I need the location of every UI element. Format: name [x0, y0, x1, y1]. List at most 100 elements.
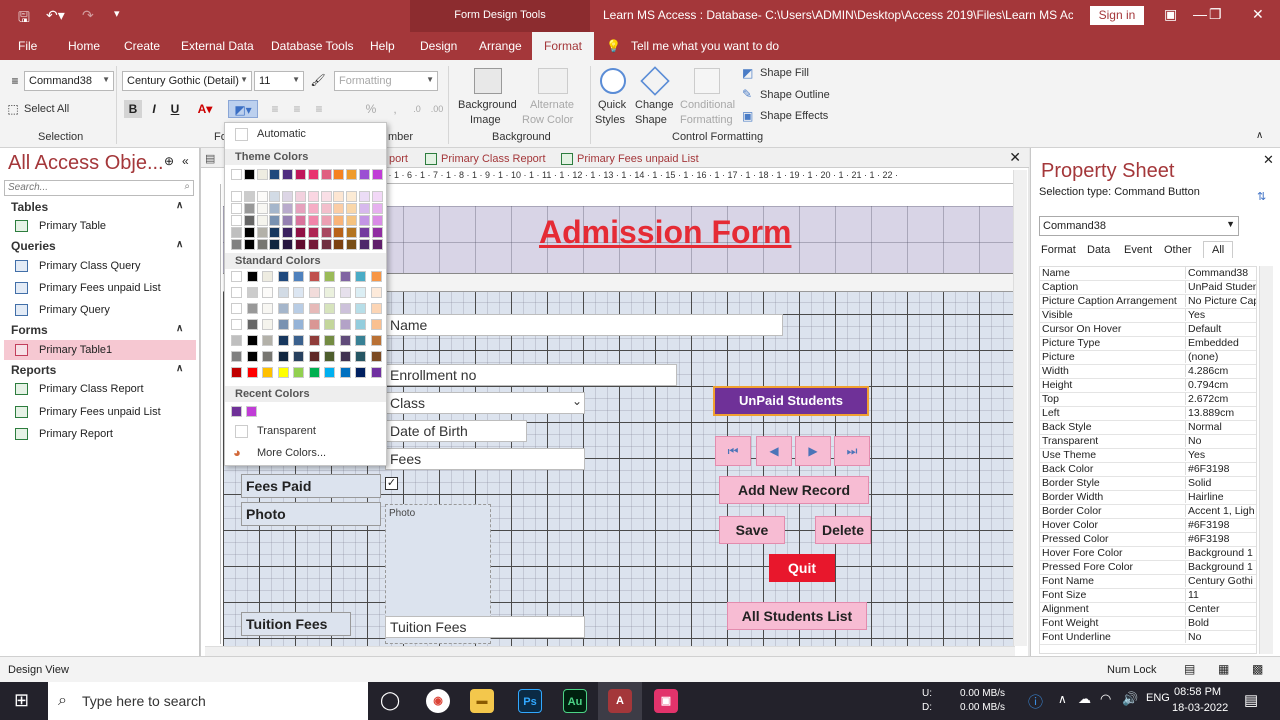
nav-item-primary-class-report[interactable]: Primary Class Report: [4, 379, 196, 399]
standard-color-swatch[interactable]: [231, 303, 242, 314]
speaker-icon[interactable]: 🔊: [1122, 691, 1138, 707]
standard-color-swatch[interactable]: [293, 319, 304, 330]
doc-tab-primary-class-report[interactable]: Primary Class Report: [423, 150, 546, 168]
standard-color-swatch[interactable]: [355, 335, 366, 346]
standard-color-swatch[interactable]: [324, 303, 335, 314]
prop-tab-all[interactable]: All: [1203, 241, 1234, 258]
property-value[interactable]: Normal: [1185, 421, 1256, 433]
standard-color-swatch[interactable]: [308, 319, 320, 330]
theme-color-swatch[interactable]: [295, 239, 306, 250]
standard-color-swatch[interactable]: [370, 367, 382, 378]
theme-color-swatch[interactable]: [333, 191, 345, 202]
notification-icon[interactable]: ▤: [1244, 691, 1258, 709]
prop-tab-data[interactable]: Data: [1087, 244, 1110, 256]
theme-color-swatch[interactable]: [320, 215, 332, 226]
theme-color-swatch[interactable]: [320, 169, 332, 180]
last-record-icon[interactable]: ⏭: [834, 436, 870, 466]
collapse-ribbon-icon[interactable]: ∧: [1256, 130, 1263, 141]
theme-color-swatch[interactable]: [243, 191, 255, 202]
theme-color-swatch[interactable]: [307, 169, 319, 180]
theme-color-swatch[interactable]: [256, 215, 268, 226]
standard-color-swatch[interactable]: [231, 287, 242, 298]
nav-item-primary-table[interactable]: Primary Table: [4, 216, 196, 236]
theme-color-swatch[interactable]: [269, 239, 281, 250]
standard-color-swatch[interactable]: [262, 271, 273, 282]
property-row[interactable]: Font Underline No: [1040, 631, 1256, 645]
theme-color-swatch[interactable]: [243, 227, 255, 238]
property-value[interactable]: Bold: [1185, 617, 1256, 629]
doc-tab-report[interactable]: port: [389, 150, 408, 168]
prop-tab-format[interactable]: Format: [1041, 244, 1076, 256]
standard-color-swatch[interactable]: [355, 367, 366, 378]
theme-color-swatch[interactable]: [307, 239, 319, 250]
standard-color-swatch[interactable]: [262, 303, 273, 314]
taskbar-search-box[interactable]: ⌕ Type here to search: [48, 682, 368, 720]
more-colors-option[interactable]: More Colors...: [257, 447, 326, 459]
photoshop-icon[interactable]: Ps: [518, 689, 542, 713]
add-new-record-button[interactable]: Add New Record: [719, 476, 869, 504]
theme-color-swatch[interactable]: [359, 215, 370, 226]
nav-item-primary-table1[interactable]: Primary Table1: [4, 340, 196, 360]
chevron-down-icon[interactable]: ⊕: [164, 154, 174, 168]
property-row[interactable]: Width 4.286cm: [1040, 365, 1256, 379]
property-row[interactable]: Left 13.889cm: [1040, 407, 1256, 421]
standard-color-swatch[interactable]: [339, 287, 351, 298]
theme-color-swatch[interactable]: [320, 191, 332, 202]
task-view-icon[interactable]: ◯: [380, 690, 400, 711]
standard-color-swatch[interactable]: [293, 287, 304, 298]
fees-paid-label[interactable]: Fees Paid: [241, 474, 381, 498]
standard-color-swatch[interactable]: [293, 303, 304, 314]
minimize-icon[interactable]: —: [1193, 6, 1207, 22]
theme-color-swatch[interactable]: [333, 215, 345, 226]
theme-color-swatch[interactable]: [346, 203, 358, 214]
standard-color-swatch[interactable]: [370, 351, 382, 362]
theme-color-swatch[interactable]: [269, 191, 281, 202]
change-shape-label[interactable]: Change: [635, 99, 674, 111]
format-painter-icon[interactable]: 🖌: [309, 71, 327, 89]
save-icon[interactable]: 🖫: [18, 7, 30, 31]
standard-color-swatch[interactable]: [308, 351, 320, 362]
conditional-formatting-label[interactable]: Conditional: [680, 99, 735, 111]
property-row[interactable]: Top 2.672cm: [1040, 393, 1256, 407]
standard-color-swatch[interactable]: [277, 319, 289, 330]
property-value[interactable]: (none): [1185, 351, 1256, 363]
number-format-combo[interactable]: Formatting ▼: [334, 71, 438, 91]
file-explorer-icon[interactable]: ▬: [470, 689, 494, 713]
standard-color-swatch[interactable]: [246, 351, 258, 362]
tell-me-box[interactable]: Tell me what you want to do: [631, 39, 779, 53]
theme-color-swatch[interactable]: [371, 215, 383, 226]
theme-color-swatch[interactable]: [346, 239, 358, 250]
tab-help[interactable]: Help: [370, 39, 395, 53]
property-row[interactable]: Cursor On Hover Default: [1040, 323, 1256, 337]
property-value[interactable]: #6F3198: [1185, 519, 1256, 531]
theme-color-swatch[interactable]: [243, 203, 255, 214]
background-image-label-2[interactable]: Image: [470, 114, 501, 126]
property-row[interactable]: Border Style Solid: [1040, 477, 1256, 491]
tab-design[interactable]: Design: [420, 39, 457, 53]
theme-color-swatch[interactable]: [295, 215, 306, 226]
property-row[interactable]: Hover Color #6F3198: [1040, 519, 1256, 533]
tab-database-tools[interactable]: Database Tools: [271, 39, 354, 53]
property-row[interactable]: Font Weight Bold: [1040, 617, 1256, 631]
all-students-list-button[interactable]: All Students List: [727, 602, 867, 630]
theme-color-swatch[interactable]: [256, 227, 268, 238]
standard-color-swatch[interactable]: [324, 367, 335, 378]
theme-color-swatch[interactable]: [256, 169, 268, 180]
clock-date[interactable]: 18-03-2022: [1172, 702, 1228, 714]
standard-color-swatch[interactable]: [339, 351, 351, 362]
standard-color-swatch[interactable]: [324, 319, 335, 330]
restore-icon[interactable]: ❐: [1209, 6, 1222, 23]
property-row[interactable]: Back Color #6F3198: [1040, 463, 1256, 477]
standard-color-swatch[interactable]: [246, 303, 258, 314]
property-value[interactable]: Hairline: [1185, 491, 1256, 503]
theme-color-swatch[interactable]: [346, 169, 358, 180]
property-value[interactable]: Default: [1185, 323, 1256, 335]
fees-field[interactable]: Fees: [385, 448, 585, 470]
save-button[interactable]: Save: [719, 516, 785, 544]
undo-icon[interactable]: ↶▾: [46, 7, 65, 24]
align-center-icon[interactable]: ≡: [288, 100, 306, 118]
theme-color-swatch[interactable]: [282, 169, 294, 180]
decrease-decimal-icon[interactable]: .00: [428, 100, 446, 118]
previous-record-icon[interactable]: ◀: [756, 436, 792, 466]
enrollment-field[interactable]: Enrollment no: [385, 364, 677, 386]
